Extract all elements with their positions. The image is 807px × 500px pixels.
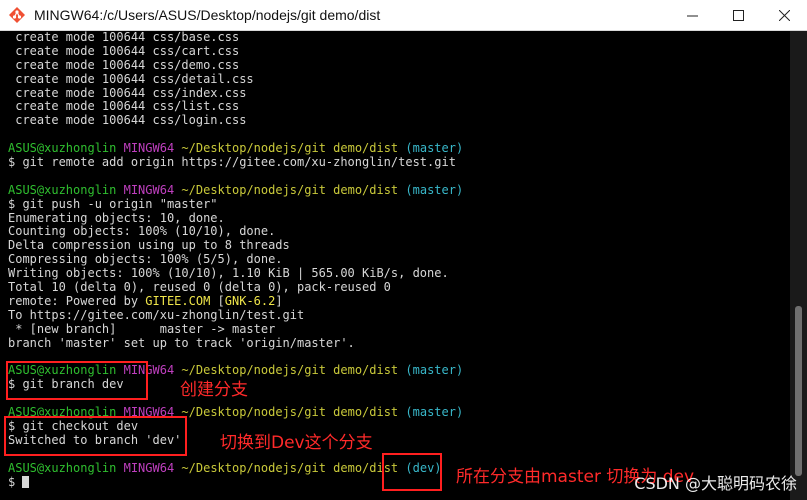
terminal-text: ~/Desktop/nodejs/git demo/dist bbox=[181, 141, 399, 156]
terminal-text: (master) bbox=[405, 182, 464, 197]
terminal-line: create mode 100644 css/list.css bbox=[8, 100, 790, 114]
terminal-text: ASUS@xuzhonglin bbox=[8, 460, 117, 475]
terminal-line: ASUS@xuzhonglin MINGW64 ~/Desktop/nodejs… bbox=[8, 141, 790, 156]
terminal-text: [ bbox=[210, 293, 225, 308]
terminal-text: Compressing objects: 100% (5/5), done. bbox=[8, 252, 283, 267]
terminal-line: * [new branch] master -> master bbox=[8, 321, 790, 337]
terminal-text: $ bbox=[8, 474, 23, 489]
terminal-line: create mode 100644 css/demo.css bbox=[8, 57, 790, 73]
terminal-text: Delta compression using up to 8 threads bbox=[8, 238, 290, 253]
terminal-text: ~/Desktop/nodejs/git demo/dist bbox=[181, 405, 399, 420]
terminal-line: Enumerating objects: 10, done. bbox=[8, 210, 790, 226]
close-icon bbox=[778, 9, 790, 21]
terminal-text: GNK-6.2 bbox=[224, 293, 276, 308]
terminal-text: create mode 100644 css/detail.css bbox=[8, 71, 254, 86]
terminal-text: create mode 100644 css/list.css bbox=[8, 99, 240, 114]
terminal-text: create mode 100644 css/demo.css bbox=[8, 57, 240, 72]
terminal-text: MINGW64 bbox=[123, 182, 175, 197]
terminal-text: (master) bbox=[405, 363, 464, 378]
terminal-line: $ git push -u origin "master" bbox=[8, 196, 790, 212]
terminal-text: MINGW64 bbox=[123, 141, 175, 156]
terminal-text: Enumerating objects: 10, done. bbox=[8, 210, 225, 225]
terminal-text: ~/Desktop/nodejs/git demo/dist bbox=[181, 182, 399, 197]
terminal-text: Total 10 (delta 0), reused 0 (delta 0), … bbox=[8, 280, 391, 295]
terminal-text: create mode 100644 css/cart.css bbox=[8, 43, 240, 58]
terminal-text: To https://gitee.com/xu-zhonglin/test.gi… bbox=[8, 307, 305, 322]
terminal-text: ASUS@xuzhonglin bbox=[8, 141, 117, 156]
terminal-text: $ git remote add origin https://gitee.co… bbox=[8, 155, 456, 170]
annotation-branch-note: 创建分支 bbox=[180, 380, 248, 400]
window-title: MINGW64:/c/Users/ASUS/Desktop/nodejs/git… bbox=[34, 7, 381, 23]
terminal-text: GITEE.COM bbox=[145, 293, 211, 308]
terminal-text: create mode 100644 css/index.css bbox=[8, 85, 247, 100]
terminal-text: ~/Desktop/nodejs/git demo/dist bbox=[181, 460, 399, 475]
terminal-text: remote: Powered by bbox=[8, 293, 146, 308]
terminal-line: To https://gitee.com/xu-zhonglin/test.gi… bbox=[8, 307, 790, 323]
terminal-text: (master) bbox=[405, 141, 464, 156]
terminal-line: Total 10 (delta 0), reused 0 (delta 0), … bbox=[8, 280, 790, 295]
minimize-icon bbox=[686, 15, 698, 16]
git-bash-icon[interactable] bbox=[8, 6, 26, 24]
terminal-text: ASUS@xuzhonglin bbox=[8, 182, 117, 197]
terminal-line: Counting objects: 100% (10/10), done. bbox=[8, 225, 790, 239]
terminal-text: create mode 100644 css/base.css bbox=[8, 30, 240, 44]
annotation-box-current-branch bbox=[382, 453, 442, 491]
maximize-button[interactable] bbox=[715, 0, 761, 30]
terminal-line: create mode 100644 css/detail.css bbox=[8, 71, 790, 87]
annotation-box-checkout bbox=[4, 416, 187, 456]
terminal-text: * [new branch] master -> master bbox=[8, 321, 276, 336]
terminal-text: branch 'master' set up to track 'origin/… bbox=[8, 335, 355, 350]
title-bar[interactable]: MINGW64:/c/Users/ASUS/Desktop/nodejs/git… bbox=[0, 0, 807, 31]
terminal-line: Compressing objects: 100% (5/5), done. bbox=[8, 252, 790, 267]
terminal-text: MINGW64 bbox=[123, 460, 175, 475]
terminal-text: Writing objects: 100% (10/10), 1.10 KiB … bbox=[8, 266, 449, 281]
terminal-line: $ git remote add origin https://gitee.co… bbox=[8, 155, 790, 170]
terminal-line: Writing objects: 100% (10/10), 1.10 KiB … bbox=[8, 266, 790, 281]
terminal-text: create mode 100644 css/login.css bbox=[8, 113, 247, 128]
terminal-line: create mode 100644 css/cart.css bbox=[8, 43, 790, 59]
terminal-line: Delta compression using up to 8 threads bbox=[8, 238, 790, 253]
terminal-text: Counting objects: 100% (10/10), done. bbox=[8, 224, 276, 239]
terminal-cursor bbox=[22, 475, 30, 488]
terminal-text: ] bbox=[275, 293, 283, 308]
terminal-text: $ git push -u origin "master" bbox=[8, 196, 218, 211]
scrollbar-thumb[interactable] bbox=[795, 306, 802, 476]
window-controls bbox=[669, 0, 807, 30]
terminal-window: MINGW64:/c/Users/ASUS/Desktop/nodejs/git… bbox=[0, 0, 807, 500]
terminal-line: remote: Powered by GITEE.COM [GNK-6.2] bbox=[8, 293, 790, 309]
terminal-line: create mode 100644 css/base.css bbox=[8, 30, 790, 45]
csdn-watermark: CSDN @大聪明码农徐 bbox=[634, 474, 797, 493]
vertical-scrollbar[interactable] bbox=[790, 31, 807, 500]
maximize-icon bbox=[732, 9, 744, 21]
annotation-checkout-note: 切换到Dev这个分支 bbox=[220, 433, 373, 453]
terminal-line: create mode 100644 css/index.css bbox=[8, 85, 790, 101]
terminal-line: branch 'master' set up to track 'origin/… bbox=[8, 335, 790, 351]
minimize-button[interactable] bbox=[669, 0, 715, 30]
close-button[interactable] bbox=[761, 0, 807, 30]
terminal-line: ASUS@xuzhonglin MINGW64 ~/Desktop/nodejs… bbox=[8, 182, 790, 198]
annotation-box-branch bbox=[6, 361, 148, 400]
terminal-line: create mode 100644 css/login.css bbox=[8, 113, 790, 128]
terminal-text: (master) bbox=[405, 405, 464, 420]
